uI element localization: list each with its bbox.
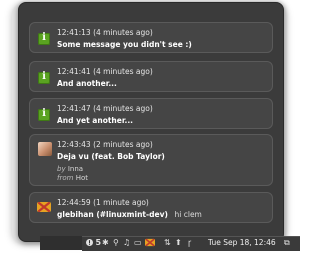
usb-icon[interactable]: ⚲ [113,238,119,248]
notification-count: 5 [95,238,102,247]
notification-text: hi clem [174,210,202,219]
notification-message: And yet another... [57,116,134,125]
notification-item[interactable]: 12:41:41 (4 minutes ago) And another... [29,61,273,92]
info-icon [38,108,50,121]
network-icon[interactable]: ⇅ [164,238,171,248]
notification-message: And another... [57,79,117,88]
music-icon[interactable]: ♫ [123,238,130,248]
clock[interactable]: Tue Sep 18, 12:46 [208,238,276,248]
update-icon[interactable]: ⬆ [175,238,182,248]
album-name: Hot [75,174,88,182]
info-icon [38,32,50,45]
xchat-tray-icon[interactable] [145,238,155,248]
notifications-applet[interactable]: 5 [86,238,101,248]
notification-message: glebihan (#linuxmint-dev) hi clem [57,210,202,219]
notification-sender: glebihan (#linuxmint-dev) [57,210,168,219]
notification-message: Deja vu (feat. Bob Taylor) [57,152,165,161]
notification-time: 12:41:47 (4 minutes ago) [57,104,153,113]
alert-icon [86,239,93,246]
by-label: by [57,165,66,173]
from-label: from [57,174,74,182]
notification-message: Some message you didn't see :) [57,40,192,49]
window-icon[interactable]: ▭ [134,238,142,248]
volume-icon[interactable]: ꞅ [188,238,191,248]
info-icon [38,71,50,84]
notification-artist: by Inna [57,165,83,173]
notification-time: 12:41:13 (4 minutes ago) [57,28,153,37]
notifications-popup: 12:41:13 (4 minutes ago) Some message yo… [18,2,284,242]
xchat-icon [145,238,155,247]
show-desktop-icon[interactable]: ⧉ [284,238,290,248]
notification-item[interactable]: 12:41:47 (4 minutes ago) And yet another… [29,98,273,129]
album-art-icon [38,142,52,156]
xchat-icon [37,201,51,213]
notification-item[interactable]: 12:43:43 (2 minutes ago) Deja vu (feat. … [29,134,273,186]
artist-name: Inna [67,165,84,173]
notification-item[interactable]: 12:44:59 (1 minute ago) glebihan (#linux… [29,192,273,223]
notification-item[interactable]: 12:41:13 (4 minutes ago) Some message yo… [29,22,273,53]
notification-album: from Hot [57,174,88,182]
notification-time: 12:44:59 (1 minute ago) [57,198,149,207]
notification-time: 12:43:43 (2 minutes ago) [57,140,153,149]
notification-time: 12:41:41 (4 minutes ago) [57,67,153,76]
bluetooth-icon[interactable]: ✱ [102,238,109,248]
